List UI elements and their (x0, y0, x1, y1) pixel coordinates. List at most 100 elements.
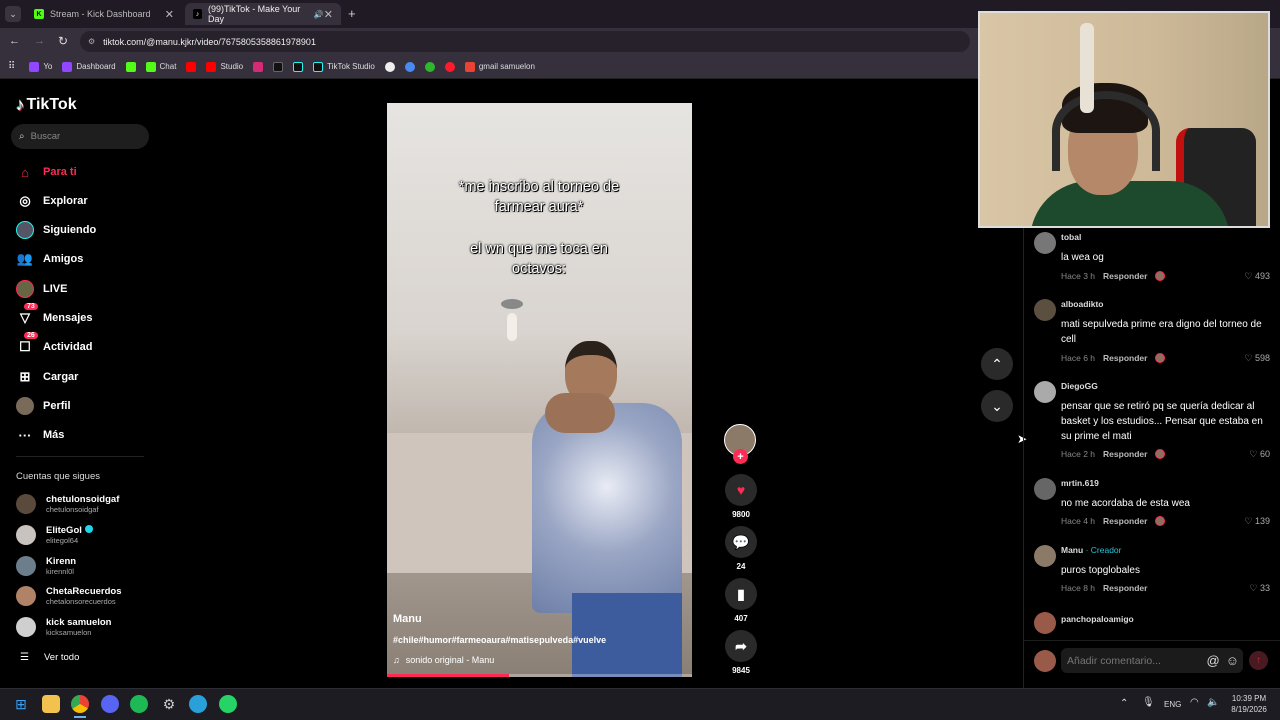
comment-input[interactable]: Añadir comentario... @ ☺ (1061, 648, 1243, 673)
mention-icon[interactable]: @ (1207, 653, 1220, 668)
avatar[interactable] (1034, 381, 1056, 403)
comment-username[interactable]: DiegoGG (1061, 381, 1098, 391)
comment-username[interactable]: panchopaloamigo (1061, 614, 1134, 624)
file-explorer-icon[interactable] (42, 695, 60, 713)
comment-username[interactable]: alboadikto (1061, 299, 1104, 309)
reply-button[interactable]: Responder (1103, 449, 1147, 459)
nav-mas[interactable]: ··· Más (16, 423, 166, 447)
wifi-icon[interactable]: ◠ (1190, 697, 1199, 708)
account-item[interactable]: EliteGol elitegol64 (16, 521, 156, 549)
video-author[interactable]: Manu (393, 613, 422, 625)
avatar[interactable] (1034, 612, 1056, 634)
bookmark-tiktok[interactable] (293, 61, 304, 72)
bookmark-opera[interactable] (444, 61, 455, 72)
nav-live[interactable]: LIVE (16, 277, 166, 301)
comment-button[interactable]: 💬 24 (724, 526, 758, 571)
comment-like-button[interactable]: ♡ 139 (1244, 516, 1270, 527)
bookmark-instagram[interactable] (253, 61, 264, 72)
bookmark-game[interactable] (424, 61, 435, 72)
bookmark-yo[interactable]: Yo (29, 61, 52, 72)
bookmark-x[interactable] (273, 61, 284, 72)
previous-video-button[interactable]: ⌃ (981, 348, 1013, 380)
bookmark-kick[interactable] (125, 61, 136, 72)
bookmark-dashboard[interactable]: Dashboard (62, 61, 116, 72)
bookmark-chat[interactable]: Chat (145, 61, 176, 72)
video-player[interactable]: *me inscribo al torneo de farmear aura* … (387, 103, 692, 677)
nav-siguiendo[interactable]: Siguiendo (16, 218, 166, 242)
chrome-icon[interactable] (71, 695, 89, 713)
video-sound[interactable]: ♫ sonido original - Manu (393, 655, 494, 665)
account-item[interactable]: Kirenn kirennl0l (16, 552, 156, 580)
microphone-icon[interactable]: 🎙 (1142, 697, 1155, 708)
language-indicator[interactable]: ENG (1164, 700, 1181, 709)
comment-username[interactable]: mrtin.619 (1061, 478, 1099, 488)
tiktok-logo[interactable]: ♪ TikTok (16, 95, 77, 115)
save-button[interactable]: ▮ 407 (724, 578, 758, 623)
discord-icon[interactable] (101, 695, 119, 713)
bookmark-gmail[interactable]: gmail samuelon (464, 61, 535, 72)
search-input[interactable]: ⌕ Buscar (11, 124, 149, 149)
settings-icon[interactable]: ⚙ (160, 695, 178, 713)
video-progress-track[interactable] (387, 674, 692, 677)
bookmark-gemini[interactable] (404, 61, 415, 72)
nav-explorar[interactable]: ◎ Explorar (16, 189, 166, 213)
emoji-icon[interactable]: ☺ (1226, 653, 1239, 668)
kick-icon: K (34, 9, 44, 19)
close-icon[interactable]: ✕ (324, 8, 333, 21)
like-button[interactable]: ♥ 9800 (724, 474, 758, 519)
next-video-button[interactable]: ⌄ (981, 390, 1013, 422)
site-info-icon[interactable]: ⚙ (88, 37, 95, 46)
follow-button[interactable]: + (733, 449, 748, 464)
close-icon[interactable]: ✕ (165, 8, 174, 21)
nav-mensajes[interactable]: ▽ 73 Mensajes (16, 303, 166, 330)
volume-icon[interactable]: 🔈 (1207, 697, 1219, 708)
post-comment-button[interactable]: ↑ (1249, 651, 1268, 670)
avatar[interactable] (1034, 232, 1056, 254)
avatar[interactable] (1034, 545, 1056, 567)
video-hashtags[interactable]: #chile#humor#farmeoaura#matisepulveda#vu… (393, 635, 606, 645)
account-item[interactable]: kick samuelon kicksamuelon (16, 613, 156, 641)
tab-tiktok[interactable]: ♪ (99)TikTok - Make Your Day 🔊 ✕ (185, 3, 341, 25)
telegram-icon[interactable] (189, 695, 207, 713)
bookmark-tiktok-studio[interactable]: TikTok Studio (313, 61, 375, 72)
windows-start-icon[interactable]: ⊞ (12, 695, 30, 713)
forward-icon[interactable]: → (34, 35, 45, 47)
bookmark-extension[interactable] (384, 61, 395, 72)
reply-button[interactable]: Responder (1103, 516, 1147, 526)
nav-actividad[interactable]: ☐ 26 Actividad (16, 332, 166, 359)
whatsapp-icon[interactable] (219, 695, 237, 713)
comment-like-button[interactable]: ♡ 493 (1244, 271, 1270, 282)
nav-para-ti[interactable]: ⌂ Para ti (16, 160, 166, 184)
apps-icon[interactable]: ⠿ (8, 61, 15, 72)
avatar[interactable] (1034, 299, 1056, 321)
share-button[interactable]: ➦ 9845 (724, 630, 758, 675)
reply-button[interactable]: Responder (1103, 583, 1147, 593)
spotify-icon[interactable] (130, 695, 148, 713)
bookmark-youtube[interactable] (186, 61, 197, 72)
speaker-icon[interactable]: 🔊 (314, 10, 324, 19)
nav-amigos[interactable]: 👥 Amigos (16, 247, 166, 271)
url-field[interactable]: ⚙ tiktok.com/@manu.kjkr/video/7675805358… (80, 31, 970, 52)
comment-username[interactable]: tobal (1061, 232, 1081, 242)
account-item[interactable]: chetulonsoidgaf chetulonsoidgaf (16, 490, 156, 518)
clock[interactable]: 10:39 PM 8/19/2026 (1226, 693, 1272, 715)
tab-kick-dashboard[interactable]: K Stream - Kick Dashboard ✕ (26, 3, 182, 25)
reload-icon[interactable]: ↻ (58, 34, 68, 48)
see-all-link[interactable]: ☰ Ver todo (20, 652, 79, 663)
bookmark-studio[interactable]: Studio (206, 61, 243, 72)
new-tab-button[interactable]: + (348, 6, 356, 21)
comment-like-button[interactable]: ♡ 60 (1249, 449, 1270, 460)
avatar[interactable] (1034, 478, 1056, 500)
comment-like-button[interactable]: ♡ 33 (1249, 583, 1270, 594)
chevron-up-icon[interactable]: ⌃ (1120, 698, 1128, 709)
comment-username[interactable]: Manu · Creador (1061, 545, 1121, 555)
tab-list-button[interactable]: ⌄ (5, 6, 21, 22)
account-item[interactable]: ChetaRecuerdos chetalonsorecuerdos (16, 582, 156, 610)
reply-button[interactable]: Responder (1103, 353, 1147, 363)
comment-like-button[interactable]: ♡ 598 (1244, 353, 1270, 364)
comment-meta: Hace 4 h Responder (1061, 516, 1166, 526)
nav-perfil[interactable]: Perfil (16, 394, 166, 418)
back-icon[interactable]: ← (9, 35, 20, 47)
nav-cargar[interactable]: ⊞ Cargar (16, 365, 166, 389)
reply-button[interactable]: Responder (1103, 271, 1147, 281)
